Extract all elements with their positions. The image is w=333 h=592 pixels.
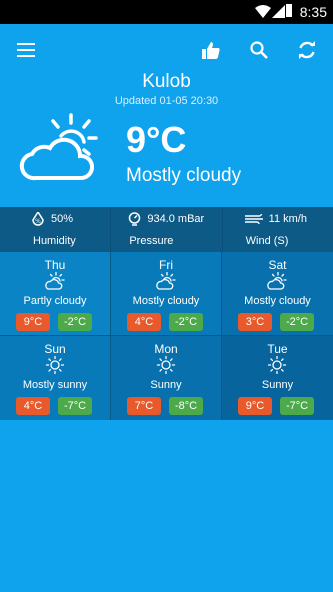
current-weather-panel: Kulob Updated 01-05 20:30 9°C Mostly clo… [0,24,333,207]
wind-value: 11 km/h [268,213,307,225]
partly-cloudy-icon [267,272,287,290]
low-temp-badge: -2°C [280,313,314,331]
wind-label: Wind (S) [245,235,289,247]
sun-icon [156,356,176,374]
low-temp-badge: -2°C [58,313,92,331]
search-button[interactable] [245,36,273,64]
wind-stat: 11 km/h Wind (S) [223,207,333,252]
status-bar: 8:35 [0,0,333,24]
forecast-day-sun[interactable]: Sun Mostly sunny 4°C -7°C [0,336,111,420]
partly-cloudy-icon [156,272,176,290]
city-name: Kulob [142,71,191,92]
forecast-condition: Mostly sunny [22,379,88,391]
cell-signal-icon [272,5,285,18]
high-temp-badge: 7°C [127,397,161,415]
high-temp-badge: 4°C [16,397,50,415]
high-temp-badge: 9°C [238,397,272,415]
thumbs-up-icon [202,42,220,59]
battery-icon [286,4,292,17]
humidity-stat: % 50% Humidity [0,207,112,252]
forecast-condition: Mostly cloudy [244,295,311,307]
high-temp-badge: 4°C [127,313,161,331]
forecast-day-mon[interactable]: Mon Sunny 7°C -8°C [111,336,222,420]
high-temp-badge: 9°C [16,313,50,331]
wifi-icon [255,5,271,18]
hamburger-menu-icon [17,43,35,57]
forecast-day-name: Sun [44,342,66,356]
refresh-button[interactable] [293,36,321,64]
search-icon [250,41,268,59]
partly-cloudy-sun-icon [19,113,98,181]
forecast-day-name: Mon [154,342,178,356]
forecast-grid: Thu Partly cloudy 9°C -2°C Fri Mostly cl… [0,252,333,420]
sun-icon [267,356,287,374]
pressure-label: Pressure [129,235,174,247]
low-temp-badge: -7°C [280,397,314,415]
forecast-day-thu[interactable]: Thu Partly cloudy 9°C -2°C [0,252,111,336]
forecast-day-name: Fri [159,258,173,272]
partly-cloudy-icon [45,272,65,290]
sun-icon [45,356,65,374]
pressure-value: 934.0 mBar [147,213,205,225]
pressure-gauge-icon [129,212,141,226]
current-condition: Mostly cloudy [126,165,242,186]
forecast-day-sat[interactable]: Sat Mostly cloudy 3°C -2°C [222,252,333,336]
humidity-icon: % [32,212,44,226]
wind-icon [244,214,263,224]
forecast-day-name: Thu [44,258,66,272]
status-time: 8:35 [299,4,327,20]
current-temperature: 9°C [126,119,187,160]
humidity-value: 50% [51,213,74,225]
low-temp-badge: -2°C [169,313,203,331]
forecast-day-name: Tue [267,342,288,356]
high-temp-badge: 3°C [238,313,272,331]
updated-time: Updated 01-05 20:30 [114,95,219,107]
forecast-day-tue[interactable]: Tue Sunny 9°C -7°C [222,336,333,420]
forecast-condition: Sunny [150,379,182,391]
stats-bar: % 50% Humidity 934.0 mBar Pressure 11 km… [0,207,333,252]
forecast-day-name: Sat [268,258,287,272]
forecast-condition: Sunny [261,379,294,391]
forecast-condition: Mostly cloudy [132,295,200,307]
low-temp-badge: -8°C [169,397,203,415]
svg-text:%: % [35,218,41,225]
forecast-condition: Partly cloudy [23,295,87,307]
like-button[interactable] [197,36,225,64]
pressure-stat: 934.0 mBar Pressure [111,207,223,252]
humidity-label: Humidity [33,235,76,247]
low-temp-badge: -7°C [58,397,92,415]
menu-button[interactable] [12,36,40,64]
forecast-day-fri[interactable]: Fri Mostly cloudy 4°C -2°C [111,252,222,336]
refresh-icon [299,41,315,59]
